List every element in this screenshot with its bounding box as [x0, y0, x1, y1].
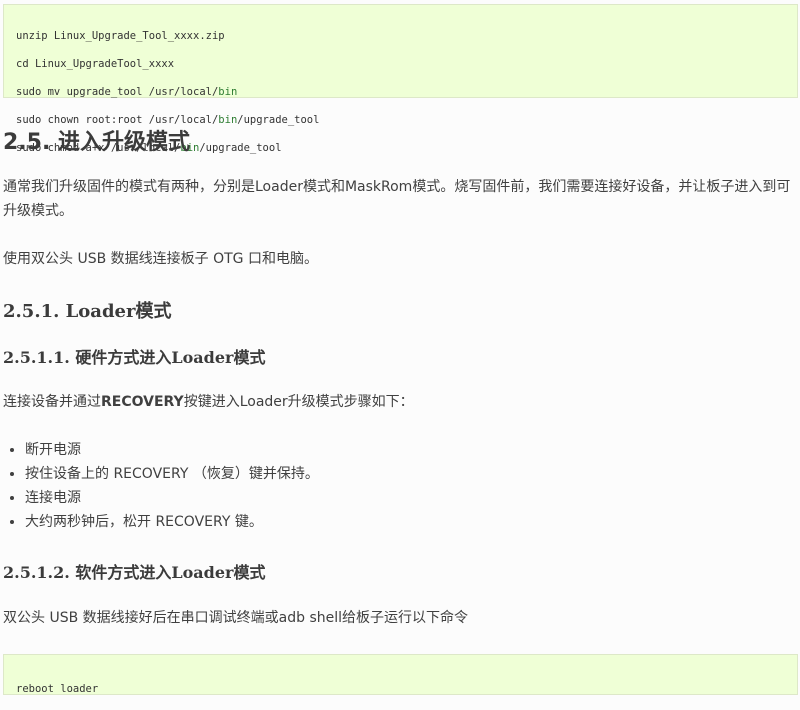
hardware-method-intro: 连接设备并通过RECOVERY按键进入Loader升级模式步骤如下： [3, 390, 795, 414]
software-method-title: 2.5.1.2. 软件方式进入Loader模式 [3, 563, 266, 582]
loader-mode-title: 2.5.1. Loader模式 [3, 301, 172, 322]
section-intro: 通常我们升级固件的模式有两种，分别是Loader模式和MaskRom模式。烧写固… [3, 179, 791, 219]
list-item: 连接电源 [25, 486, 319, 510]
section-title: 2.5. 进入升级模式 [3, 130, 190, 155]
code-path-keyword: bin [218, 86, 238, 98]
code-text: /upgrade_tool [237, 114, 320, 126]
code-line: sudo mv upgrade_tool /usr/local/bin [16, 85, 785, 99]
code-block-install: unzip Linux_Upgrade_Tool_xxxx.zip cd Lin… [3, 4, 798, 154]
hardware-steps-list: 断开电源 按住设备上的 RECOVERY （恢复）键并保持。 连接电源 大约两秒… [3, 438, 319, 534]
usb-note: 使用双公头 USB 数据线连接板子 OTG 口和电脑。 [3, 251, 318, 267]
software-method-intro: 双公头 USB 数据线接好后在串口调试终端或adb shell给板子运行以下命令 [3, 610, 468, 626]
code-line: unzip Linux_Upgrade_Tool_xxxx.zip [16, 30, 225, 42]
list-item: 按住设备上的 RECOVERY （恢复）键并保持。 [25, 462, 319, 486]
code-path-keyword: bin [218, 114, 238, 126]
list-item: 大约两秒钟后，松开 RECOVERY 键。 [25, 510, 319, 534]
intro-text: 连接设备并通过 [3, 394, 101, 410]
list-item: 断开电源 [25, 438, 319, 462]
intro-text: 按键进入Loader升级模式步骤如下： [183, 394, 414, 410]
code-text: /upgrade_tool [199, 142, 282, 154]
hardware-method-title: 2.5.1.1. 硬件方式进入Loader模式 [3, 348, 266, 367]
code-text: sudo mv upgrade_tool /usr/local/ [16, 86, 219, 98]
code-line: reboot loader [16, 683, 99, 695]
code-block-reboot: reboot loader [3, 654, 798, 695]
recovery-key-label: RECOVERY [101, 394, 184, 410]
code-line: cd Linux_UpgradeTool_xxxx [16, 58, 175, 70]
